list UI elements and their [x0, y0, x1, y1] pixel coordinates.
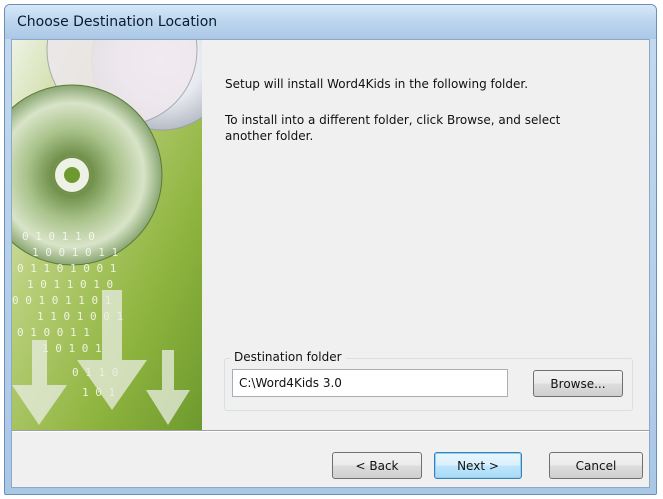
back-button[interactable]: < Back — [332, 452, 422, 479]
window-title: Choose Destination Location — [17, 14, 218, 30]
svg-text:1 0 0 1 0 1 1: 1 0 0 1 0 1 1 — [32, 246, 118, 259]
browse-button[interactable]: Browse... — [533, 370, 623, 397]
svg-text:0 1 0 0 1 1: 0 1 0 0 1 1 — [17, 326, 90, 339]
svg-text:0 0 1 0 1 1 0 1: 0 0 1 0 1 1 0 1 — [12, 294, 111, 307]
svg-text:1 0 1 1 0 1 0: 1 0 1 1 0 1 0 — [27, 278, 113, 291]
destination-path-field[interactable] — [232, 369, 508, 397]
svg-text:0 1 1 0 1 0 0 1: 0 1 1 0 1 0 0 1 — [17, 262, 116, 275]
destination-folder-label: Destination folder — [230, 350, 346, 364]
title-bar[interactable]: Choose Destination Location — [5, 5, 656, 39]
svg-text:1 0 1 0 1: 1 0 1 0 1 — [42, 342, 102, 355]
setup-dialog-window: Choose Destination Location 0 1 0 1 1 0 … — [4, 4, 657, 495]
cancel-button[interactable]: Cancel — [549, 452, 643, 479]
browse-instruction-message: To install into a different folder, clic… — [225, 113, 561, 143]
footer-separator — [12, 430, 649, 432]
cd-binary-artwork: 0 1 0 1 1 0 1 0 0 1 0 1 1 0 1 1 0 1 0 0 … — [12, 40, 202, 430]
next-button[interactable]: Next > — [434, 452, 522, 479]
install-folder-message: Setup will install Word4Kids in the foll… — [225, 77, 529, 91]
installer-banner-image: 0 1 0 1 1 0 1 0 0 1 0 1 1 0 1 1 0 1 0 0 … — [12, 40, 202, 430]
dialog-client-area: 0 1 0 1 1 0 1 0 0 1 0 1 1 0 1 1 0 1 0 0 … — [11, 39, 650, 488]
svg-text:0 1 0 1 1 0: 0 1 0 1 1 0 — [22, 230, 95, 243]
